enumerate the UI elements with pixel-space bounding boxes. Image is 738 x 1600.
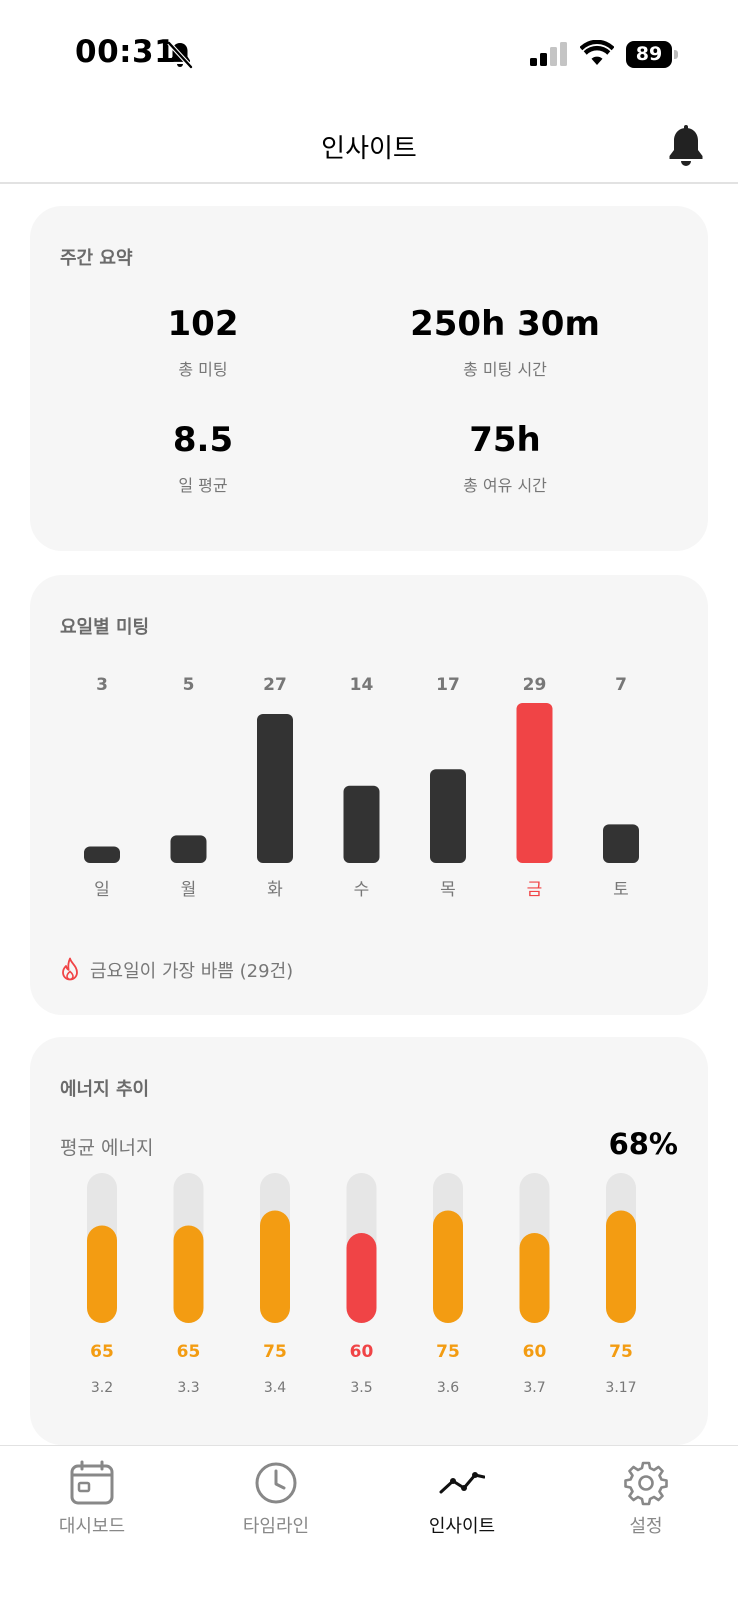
battery-cap bbox=[674, 50, 678, 59]
energy-value-label: 65 bbox=[177, 1342, 201, 1362]
energy-date-label: 3.6 bbox=[437, 1380, 459, 1396]
energy-date-label: 3.2 bbox=[91, 1380, 113, 1396]
tab-label: 타임라인 bbox=[242, 1516, 310, 1537]
tab-label: 인사이트 bbox=[428, 1516, 496, 1537]
stat-value: 8.5 bbox=[172, 420, 234, 460]
energy-date-label: 3.3 bbox=[177, 1380, 199, 1396]
flame-icon bbox=[62, 957, 78, 981]
battery-level: 89 bbox=[626, 41, 672, 68]
bar-category-label: 일 bbox=[94, 880, 110, 900]
bar bbox=[170, 835, 207, 863]
bar-value-label: 29 bbox=[523, 675, 547, 695]
status-time: 00:31 bbox=[75, 34, 177, 70]
energy-fill bbox=[346, 1233, 377, 1323]
bottom-tab-bar: 대시보드 타임라인 인사이트 설정 bbox=[0, 1445, 738, 1600]
bar-category-label: 금 bbox=[527, 880, 543, 900]
energy-date-label: 3.5 bbox=[350, 1380, 372, 1396]
tab-insights[interactable]: 인사이트 bbox=[382, 1460, 542, 1538]
bar bbox=[84, 846, 120, 863]
bar-value-label: 7 bbox=[615, 675, 627, 695]
bar-category-label: 월 bbox=[181, 880, 197, 900]
stat-value: 250h 30m bbox=[410, 304, 600, 344]
energy-value-label: 60 bbox=[523, 1342, 547, 1362]
stat-total-free-time: 75h 총 여유 시간 bbox=[355, 420, 655, 496]
stat-daily-average: 8.5 일 평균 bbox=[53, 420, 353, 496]
stat-label: 총 미팅 bbox=[178, 360, 228, 379]
energy-trend-card: 에너지 추이 평균 에너지 68% 65 3.2 65 3.3 75 3.4 60 3.5 75… bbox=[30, 1037, 708, 1445]
energy-date-label: 3.4 bbox=[264, 1380, 286, 1396]
stat-total-meetings: 102 총 미팅 bbox=[53, 304, 353, 380]
bar-value-label: 3 bbox=[96, 675, 108, 695]
energy-fill bbox=[433, 1210, 463, 1323]
energy-fill bbox=[87, 1225, 117, 1323]
tab-settings[interactable]: 설정 bbox=[566, 1460, 726, 1538]
bar bbox=[603, 824, 639, 863]
bar-value-label: 17 bbox=[436, 675, 460, 695]
stat-value: 102 bbox=[167, 304, 239, 344]
clock-icon bbox=[255, 1462, 297, 1504]
energy-bar-chart: 65 3.2 65 3.3 75 3.4 60 3.5 75 3.6 60 3.7 75 3.17 bbox=[87, 1173, 637, 1396]
energy-fill bbox=[173, 1225, 204, 1323]
energy-fill bbox=[260, 1210, 290, 1323]
bar bbox=[343, 785, 380, 863]
stat-label: 일 평균 bbox=[178, 476, 228, 495]
busiest-day-note: 금요일이 가장 바쁨 (29건) bbox=[60, 955, 293, 985]
page-header: 인사이트 bbox=[0, 108, 738, 184]
bell-icon[interactable] bbox=[666, 124, 706, 168]
energy-date-label: 3.7 bbox=[523, 1380, 545, 1396]
bar-value-label: 5 bbox=[183, 675, 195, 695]
weekly-summary-card: 주간 요약 102 총 미팅 250h 30m 총 미팅 시간 8.5 일 평균… bbox=[30, 206, 708, 551]
cellular-signal-icon bbox=[530, 42, 567, 66]
tab-label: 대시보드 bbox=[58, 1516, 126, 1537]
gear-icon bbox=[624, 1461, 668, 1506]
weekday-meetings-card: 요일별 미팅 3 일 5 월 27 화 14 수 17 목 29 금 7 토 금요일이 가장 바쁨 (29… bbox=[30, 575, 708, 1015]
status-bar: 00:31 89 bbox=[0, 0, 738, 108]
card-title: 주간 요약 bbox=[60, 248, 133, 269]
energy-value-label: 65 bbox=[90, 1342, 114, 1362]
bar-category-label: 수 bbox=[354, 880, 370, 900]
stat-label: 총 여유 시간 bbox=[463, 476, 547, 495]
stat-label: 총 미팅 시간 bbox=[463, 360, 547, 379]
tab-timeline[interactable]: 타임라인 bbox=[196, 1460, 356, 1538]
energy-fill bbox=[519, 1233, 550, 1323]
calendar-icon bbox=[70, 1460, 114, 1505]
bell-slash-icon bbox=[167, 41, 193, 69]
energy-date-label: 3.17 bbox=[605, 1380, 636, 1396]
energy-value-label: 60 bbox=[350, 1342, 374, 1362]
weekday-bar-chart: 3 일 5 월 27 화 14 수 17 목 29 금 7 토 bbox=[84, 675, 639, 900]
energy-value-label: 75 bbox=[263, 1342, 287, 1362]
tab-dashboard[interactable]: 대시보드 bbox=[12, 1460, 172, 1538]
wifi-icon bbox=[580, 40, 614, 65]
tab-label: 설정 bbox=[629, 1516, 663, 1537]
bar-category-label: 토 bbox=[613, 880, 629, 900]
bar-value-label: 27 bbox=[263, 675, 287, 695]
bar bbox=[516, 703, 553, 863]
busiest-day-text: 금요일이 가장 바쁨 (29건) bbox=[90, 961, 294, 982]
energy-value-label: 75 bbox=[436, 1342, 460, 1362]
bar-category-label: 화 bbox=[267, 880, 283, 900]
page-title: 인사이트 bbox=[321, 134, 417, 164]
bar-value-label: 14 bbox=[350, 675, 374, 695]
stat-value: 75h bbox=[469, 420, 541, 460]
bar bbox=[430, 769, 466, 863]
trend-line-icon bbox=[439, 1472, 485, 1494]
bar bbox=[257, 714, 293, 863]
energy-value-label: 75 bbox=[609, 1342, 633, 1362]
energy-fill bbox=[606, 1210, 636, 1323]
battery-indicator: 89 bbox=[626, 41, 678, 68]
stat-total-meeting-time: 250h 30m 총 미팅 시간 bbox=[355, 304, 655, 380]
bar-category-label: 목 bbox=[440, 880, 456, 900]
